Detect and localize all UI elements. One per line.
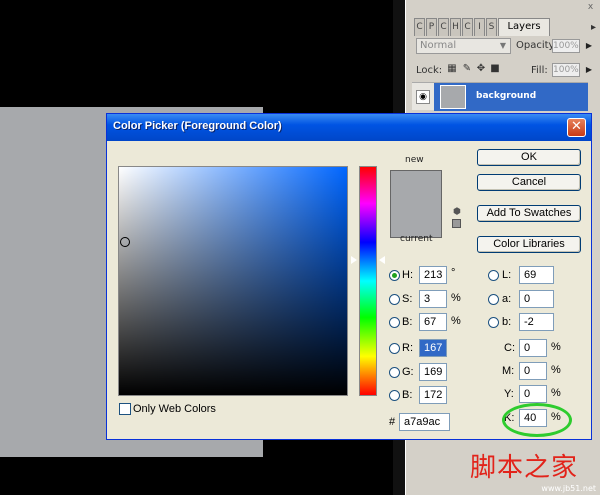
web-safe-swatch[interactable]: [452, 219, 461, 228]
lock-position-icon[interactable]: ✥: [475, 63, 487, 75]
brightness-label: B:: [402, 316, 413, 328]
panel-tab-2[interactable]: P: [426, 18, 437, 36]
a-field[interactable]: 0: [519, 290, 554, 308]
brightness-field[interactable]: 67: [419, 313, 447, 331]
cyan-unit: %: [551, 341, 561, 353]
dialog-title: Color Picker (Foreground Color): [113, 120, 282, 132]
yellow-field[interactable]: 0: [519, 385, 547, 403]
radio-blue[interactable]: [389, 390, 400, 401]
green-label: G:: [402, 366, 414, 378]
hue-label: H:: [402, 269, 413, 281]
dialog-titlebar[interactable]: Color Picker (Foreground Color) ✕: [107, 114, 591, 141]
panel-tab-5[interactable]: C: [462, 18, 473, 36]
a-label: a:: [502, 293, 512, 305]
blue-label: B:: [402, 389, 413, 401]
radio-green[interactable]: [389, 367, 400, 378]
radio-b[interactable]: [488, 317, 499, 328]
panel-tab-4[interactable]: H: [450, 18, 461, 36]
opacity-field[interactable]: 100%: [552, 39, 580, 53]
only-web-colors-checkbox[interactable]: [119, 403, 131, 415]
radio-brightness[interactable]: [389, 317, 400, 328]
panel-close-icon[interactable]: x: [585, 2, 596, 13]
only-web-colors-label: Only Web Colors: [133, 403, 216, 415]
green-field[interactable]: 169: [419, 363, 447, 381]
color-libraries-button[interactable]: Color Libraries: [477, 236, 581, 253]
radio-saturation[interactable]: [389, 294, 400, 305]
radio-hue[interactable]: [389, 270, 400, 281]
cyan-field[interactable]: 0: [519, 339, 547, 357]
hue-slider-right-handle[interactable]: [379, 256, 385, 264]
b-label: b:: [502, 316, 512, 328]
opacity-arrow-icon[interactable]: ▶: [584, 39, 594, 53]
lightness-label: L:: [502, 269, 512, 281]
hue-slider[interactable]: [359, 166, 377, 396]
hue-slider-left-handle[interactable]: [351, 256, 357, 264]
lock-all-icon[interactable]: ■: [489, 63, 501, 75]
layer-selected[interactable]: background: [434, 83, 588, 111]
radio-a[interactable]: [488, 294, 499, 305]
cancel-button[interactable]: Cancel: [477, 174, 581, 191]
magenta-field[interactable]: 0: [519, 362, 547, 380]
hex-field[interactable]: a7a9ac: [399, 413, 450, 431]
web-safe-cube-icon[interactable]: ⬢: [452, 207, 462, 217]
fill-label: Fill:: [531, 65, 548, 76]
panel-tab-strip: C P C H C I S Layers: [414, 18, 594, 38]
new-color-swatch: [390, 170, 442, 204]
hex-label: #: [389, 416, 396, 428]
yellow-label: Y:: [504, 388, 514, 400]
new-color-label: new: [405, 155, 424, 165]
fill-arrow-icon[interactable]: ▶: [584, 63, 594, 77]
ok-button[interactable]: OK: [477, 149, 581, 166]
color-field[interactable]: [118, 166, 348, 396]
panel-menu-arrow-icon[interactable]: ▸: [591, 22, 596, 33]
current-color-swatch[interactable]: [390, 204, 442, 238]
layer-thumbnail: [440, 85, 466, 109]
fill-field[interactable]: 100%: [552, 63, 580, 77]
panel-tab-1[interactable]: C: [414, 18, 425, 36]
red-field[interactable]: 167: [419, 339, 447, 357]
eye-icon[interactable]: ◉: [416, 90, 430, 104]
blend-mode-value: Normal: [420, 40, 457, 51]
yellow-unit: %: [551, 387, 561, 399]
lock-transparency-icon[interactable]: ▦: [446, 63, 458, 75]
tab-layers[interactable]: Layers: [498, 18, 550, 36]
color-field-cursor[interactable]: [120, 237, 130, 247]
b-field[interactable]: -2: [519, 313, 554, 331]
blue-field[interactable]: 172: [419, 386, 447, 404]
panel-tab-7[interactable]: S: [486, 18, 497, 36]
dialog-close-button[interactable]: ✕: [567, 118, 586, 137]
panel-tab-3[interactable]: C: [438, 18, 449, 36]
hue-field[interactable]: 213: [419, 266, 447, 284]
layer-name: background: [476, 91, 537, 101]
layer-row[interactable]: ◉ background: [412, 82, 588, 111]
chevron-down-icon: ▼: [499, 41, 507, 50]
radio-red[interactable]: [389, 343, 400, 354]
cyan-label: C:: [504, 342, 515, 354]
radio-lightness[interactable]: [488, 270, 499, 281]
lock-pixels-icon[interactable]: ✎: [461, 63, 473, 75]
watermark-url: www.jb51.net: [541, 484, 596, 493]
saturation-unit: %: [451, 292, 461, 304]
opacity-label: Opacity:: [516, 40, 558, 51]
magenta-label: M:: [502, 365, 515, 377]
brightness-unit: %: [451, 315, 461, 327]
magenta-unit: %: [551, 364, 561, 376]
hue-unit: °: [451, 267, 456, 279]
highlight-circle: [502, 403, 572, 437]
watermark-text: 脚本之家: [470, 453, 579, 483]
panel-tab-6[interactable]: I: [474, 18, 485, 36]
lock-label: Lock:: [416, 65, 443, 76]
saturation-label: S:: [402, 293, 413, 305]
color-picker-dialog: Color Picker (Foreground Color) ✕ new cu…: [106, 113, 592, 440]
red-label: R:: [402, 342, 413, 354]
saturation-field[interactable]: 3: [419, 290, 447, 308]
watermark: 脚本之家 www.jb51.net: [470, 447, 598, 493]
blend-mode-select[interactable]: Normal ▼: [416, 38, 511, 54]
lightness-field[interactable]: 69: [519, 266, 554, 284]
current-color-label: current: [400, 234, 433, 244]
add-to-swatches-button[interactable]: Add To Swatches: [477, 205, 581, 222]
